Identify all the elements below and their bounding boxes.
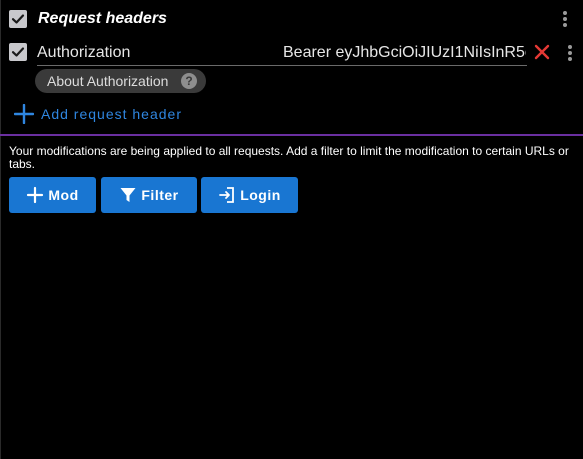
header-name-field[interactable]: Authorization — [37, 43, 130, 63]
group-title: Request headers — [38, 10, 167, 27]
checkmark-icon — [11, 14, 25, 24]
about-header-chip[interactable]: About Authorization ? — [35, 69, 206, 93]
login-button-label: Login — [240, 187, 281, 203]
plus-icon — [27, 186, 44, 204]
plus-icon — [14, 104, 34, 124]
section-divider — [0, 134, 583, 136]
filter-button-label: Filter — [141, 187, 179, 203]
header-enable-checkbox[interactable] — [9, 43, 27, 61]
header-row-menu-icon[interactable] — [564, 43, 576, 63]
add-request-header-button[interactable]: Add request header — [14, 103, 182, 125]
login-icon — [219, 187, 235, 203]
login-button[interactable]: Login — [201, 177, 298, 213]
add-mod-button[interactable]: Mod — [9, 177, 96, 213]
help-circle-icon: ? — [181, 73, 197, 89]
mod-button-label: Mod — [48, 187, 79, 203]
modification-notice: Your modifications are being applied to … — [9, 144, 569, 171]
header-value-field[interactable]: Bearer eyJhbGciOiJIUzI1NiIsInR5cCI6IkpXV… — [268, 43, 526, 63]
checkmark-icon — [11, 47, 25, 57]
chip-label: About Authorization — [47, 73, 169, 89]
add-filter-button[interactable]: Filter — [101, 177, 197, 213]
filter-icon — [120, 188, 136, 202]
add-request-header-label: Add request header — [41, 106, 182, 122]
delete-header-close-icon[interactable] — [533, 43, 551, 61]
group-menu-icon[interactable] — [559, 9, 571, 29]
header-value-text: Bearer eyJhbGciOiJIUzI1NiIsInR5cCI6IkpXV… — [283, 44, 526, 61]
request-headers-section: Request headers Authorization Bearer eyJ… — [0, 0, 583, 134]
group-enable-checkbox[interactable] — [9, 10, 27, 28]
header-row-underline — [37, 65, 527, 66]
